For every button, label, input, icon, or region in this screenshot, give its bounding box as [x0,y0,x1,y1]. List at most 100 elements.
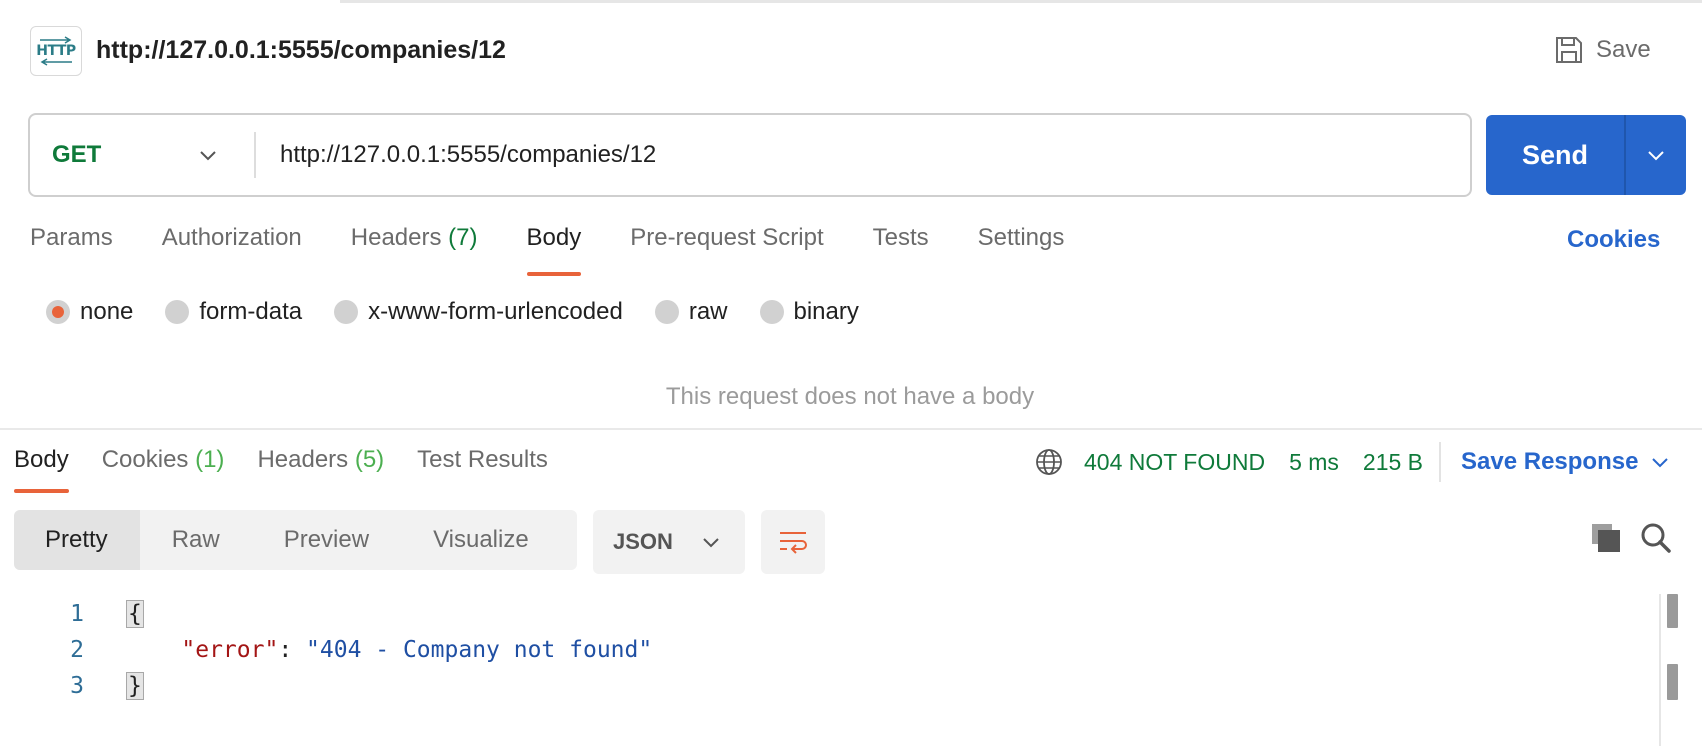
response-time[interactable]: 5 ms [1289,449,1339,476]
tab-headers-label: Headers [350,224,442,251]
no-body-message: This request does not have a body [0,383,1702,411]
radio-urlencoded[interactable] [334,300,359,324]
response-tab-test-results-label: Test Results [417,446,548,473]
tab-headers-count: (7) [448,224,478,251]
chevron-down-icon [703,538,719,548]
response-body-code[interactable]: 1 { 2 "error": "404 - Company not found"… [0,596,1660,704]
arrow-left-icon [40,58,72,66]
http-request-icon: HTTP [30,26,82,76]
response-meta: 404 NOT FOUND 5 ms 215 B Save Response [1034,440,1670,484]
radio-binary-label: binary [793,298,859,325]
radio-binary[interactable] [759,300,784,324]
method-select[interactable]: GET [30,115,254,195]
format-select[interactable]: JSON [593,510,745,574]
wrap-lines-icon [780,532,807,554]
body-type-none[interactable]: none [46,298,133,326]
json-value: "404 - Company not found" [306,637,653,663]
body-type-selector: none form-data x-www-form-urlencoded raw… [46,298,891,326]
scrollbar-thumb[interactable] [1667,664,1678,700]
tab-params[interactable]: Params [30,224,113,274]
request-title[interactable]: http://127.0.0.1:5555/companies/12 [96,36,506,65]
code-line: 2 "error": "404 - Company not found" [0,632,1660,668]
json-key: "error" [181,637,279,663]
tab-tests-label: Tests [872,224,929,251]
scrollbar-track[interactable] [1659,594,1661,746]
copy-icon[interactable] [1590,522,1622,554]
code-line: 3 } [0,668,1660,704]
save-response-label: Save Response [1461,448,1639,475]
view-mode-selector: Pretty Raw Preview Visualize [14,510,577,570]
body-type-urlencoded[interactable]: x-www-form-urlencoded [334,298,623,326]
tab-headers[interactable]: Headers (7) [351,224,478,274]
radio-raw[interactable] [654,300,679,324]
url-input[interactable]: http://127.0.0.1:5555/companies/12 [256,115,1470,195]
view-raw-button[interactable]: Raw [140,510,252,570]
wrap-lines-button[interactable] [761,510,825,574]
http-icon-text: HTTP [36,43,76,59]
tab-tests[interactable]: Tests [873,224,929,274]
radio-none[interactable] [46,300,70,324]
response-tab-cookies-label: Cookies [101,446,189,473]
line-number: 2 [70,637,84,663]
cookies-link[interactable]: Cookies [1567,226,1660,254]
tab-body[interactable]: Body [526,224,582,276]
response-tab-headers-count: (5) [354,446,385,473]
response-tabs: Body Cookies (1) Headers (5) Test Result… [14,446,581,496]
no-body-text: This request does not have a body [665,383,1035,410]
response-tab-body[interactable]: Body [14,446,69,496]
send-button[interactable]: Send [1486,115,1624,195]
radio-form-data[interactable] [165,300,190,324]
response-tab-headers-label: Headers [257,446,349,473]
save-icon [1556,37,1582,63]
section-divider[interactable] [0,428,1702,430]
code-text: { [84,600,144,628]
scrollbar-thumb[interactable] [1667,594,1678,628]
view-visualize-button[interactable]: Visualize [401,510,561,570]
close-brace: } [126,672,144,700]
response-tab-test-results[interactable]: Test Results [417,446,548,496]
tab-authorization[interactable]: Authorization [162,224,302,274]
tab-prerequest-script[interactable]: Pre-request Script [630,224,823,274]
radio-urlencoded-label: x-www-form-urlencoded [368,298,623,325]
send-options-button[interactable] [1624,115,1686,195]
response-tab-body-label: Body [14,446,69,473]
response-size[interactable]: 215 B [1363,449,1423,476]
code-line: 1 { [0,596,1660,632]
tab-settings[interactable]: Settings [978,224,1065,274]
url-bar: GET http://127.0.0.1:5555/companies/12 [28,113,1472,197]
view-preview-button[interactable]: Preview [252,510,401,570]
response-tab-cookies[interactable]: Cookies (1) [102,446,225,496]
body-type-binary[interactable]: binary [759,298,859,326]
line-number: 3 [70,673,84,699]
search-icon[interactable] [1640,522,1672,554]
tab-params-label: Params [30,224,113,251]
format-select-label: JSON [613,529,673,554]
tab-settings-label: Settings [977,224,1065,251]
save-button[interactable]: Save [1554,30,1651,70]
meta-divider [1439,442,1442,482]
status-badge[interactable]: 404 NOT FOUND [1084,449,1265,476]
body-type-form-data[interactable]: form-data [165,298,302,326]
chevron-down-icon [200,151,216,161]
request-header: HTTP http://127.0.0.1:5555/companies/12 … [0,0,1702,100]
method-label: GET [52,141,102,168]
open-brace: { [126,600,144,628]
tab-body-label: Body [526,224,582,251]
chevron-down-icon [1648,151,1664,161]
view-pretty-button[interactable]: Pretty [14,510,140,570]
tab-authorization-label: Authorization [161,224,302,251]
line-number: 1 [70,601,84,627]
globe-icon[interactable] [1034,447,1064,477]
code-text: } [84,672,144,700]
save-button-label: Save [1596,36,1651,63]
radio-raw-label: raw [688,298,728,325]
json-colon: : [278,637,307,663]
body-type-raw[interactable]: raw [654,298,728,326]
radio-none-label: none [80,298,134,325]
response-tab-headers[interactable]: Headers (5) [257,446,384,496]
request-tabs: Params Authorization Headers (7) Body Pr… [30,224,1113,276]
save-response-button[interactable]: Save Response [1461,448,1670,476]
radio-form-data-label: form-data [199,298,303,325]
chevron-down-icon [1652,458,1669,468]
response-tab-cookies-count: (1) [195,446,225,473]
